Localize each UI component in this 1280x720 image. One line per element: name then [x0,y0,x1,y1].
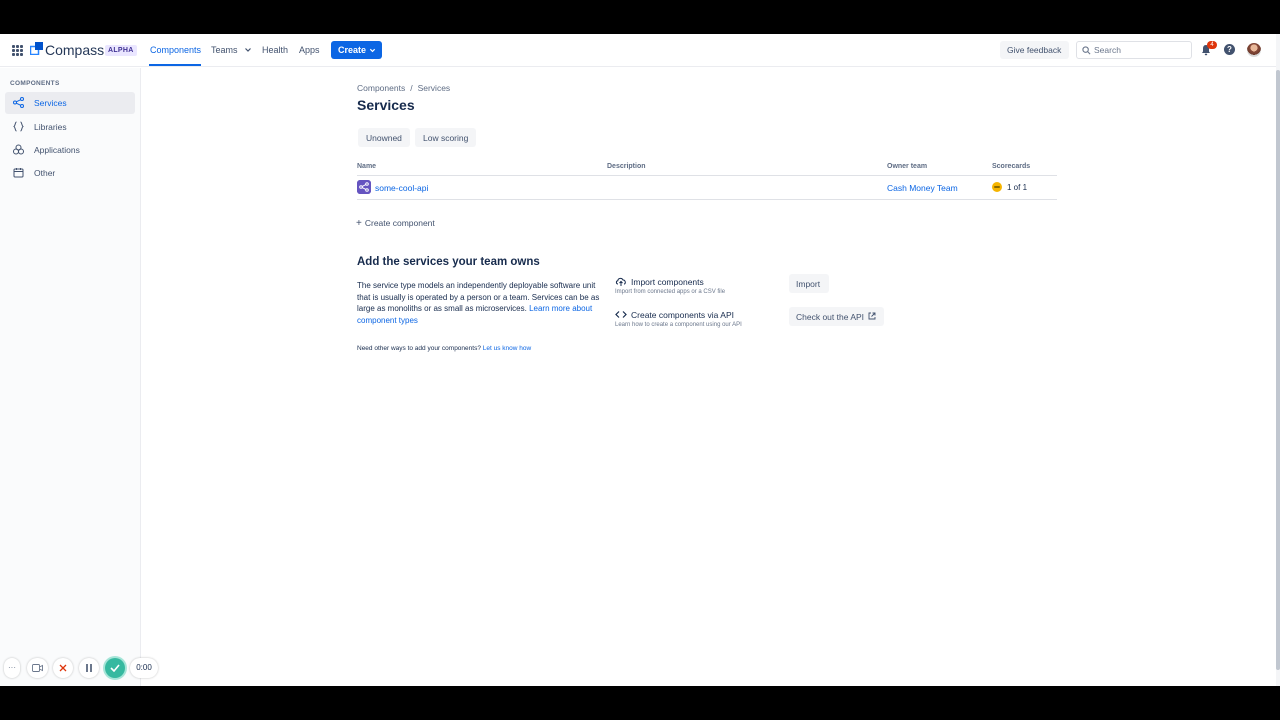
filter-low-scoring-button[interactable]: Low scoring [415,128,476,147]
search-input[interactable] [1094,45,1184,55]
check-out-api-label: Check out the API [796,312,865,322]
recorder-pause-button[interactable] [79,658,99,678]
other-icon [13,168,24,178]
scorecard-status-icon [992,182,1002,192]
chevron-down-icon[interactable] [244,46,252,54]
app-switcher-icon[interactable] [12,45,23,56]
empty-state-title: Add the services your team owns [357,256,540,268]
column-header-scorecards: Scorecards [992,163,1031,170]
sidebar-item-other[interactable]: Other [5,162,135,184]
user-avatar[interactable] [1247,43,1261,57]
other-ways-text: Need other ways to add your components? [357,345,481,352]
checkmark-icon [110,664,120,672]
sidebar-item-label: Other [34,168,56,178]
table-row-divider [357,199,1057,200]
search-icon [1082,46,1091,55]
sidebar-item-label: Applications [34,145,80,155]
scrollbar-thumb[interactable] [1276,70,1280,670]
product-name[interactable]: Compass [45,42,104,58]
sidebar-item-label: Services [34,98,67,108]
sidebar-heading: COMPONENTS [10,80,60,87]
breadcrumb: Components / Services [357,83,451,93]
table-header-divider [357,175,1057,176]
camera-off-icon [32,664,43,672]
recorder-timer: 0:00 [130,658,158,678]
create-component-button[interactable]: + Create component [356,218,435,229]
other-ways-note: Need other ways to add your components? … [357,345,531,352]
create-via-api-title: Create components via API [631,310,735,320]
close-icon [59,664,67,672]
import-components-subtitle: Import from connected apps or a CSV file [615,289,726,295]
nav-health[interactable]: Health [262,45,288,55]
libraries-icon [13,121,24,132]
search-box[interactable] [1076,41,1192,59]
help-icon[interactable]: ? [1224,44,1235,55]
sidebar-item-services[interactable]: Services [5,92,135,114]
top-navigation: Compass ALPHA Components Teams Health Ap… [0,34,1280,67]
nav-active-indicator [149,64,201,66]
services-icon [13,97,24,108]
recorder-finish-button[interactable] [105,658,125,678]
column-header-description: Description [607,163,646,170]
owner-team-link[interactable]: Cash Money Team [887,183,958,193]
nav-apps[interactable]: Apps [299,45,320,55]
page-title: Services [357,97,415,113]
cloud-upload-icon [615,277,626,286]
compass-logo-icon[interactable] [30,42,43,55]
create-button-label: Create [338,45,367,55]
applications-icon [13,144,24,155]
import-button[interactable]: Import [789,274,829,293]
page-scrollbar[interactable] [1276,34,1280,686]
external-link-icon [868,312,876,320]
app-window: Compass ALPHA Components Teams Health Ap… [0,34,1280,686]
recorder-more-button[interactable]: ··· [4,658,20,678]
chevron-down-icon [369,48,376,53]
create-component-label: Create component [364,218,435,228]
filter-unowned-button[interactable]: Unowned [358,128,410,147]
give-feedback-button[interactable]: Give feedback [1000,41,1069,59]
create-via-api-subtitle: Learn how to create a component using ou… [615,322,742,328]
let-us-know-link[interactable]: Let us know how [483,345,531,352]
scorecard-count[interactable]: 1 of 1 [1007,183,1027,192]
recorder-cancel-button[interactable] [53,658,73,678]
pause-icon [86,664,92,672]
component-name-link[interactable]: some-cool-api [375,183,428,193]
column-header-name[interactable]: Name [357,163,376,170]
breadcrumb-components[interactable]: Components [357,83,405,93]
import-components-title: Import components [631,277,704,287]
breadcrumb-services[interactable]: Services [418,83,451,93]
empty-state-description: The service type models an independently… [357,280,601,326]
sidebar-item-applications[interactable]: Applications [5,139,135,161]
alpha-badge: ALPHA [105,45,137,56]
plus-icon: + [356,218,362,229]
code-icon [615,311,627,318]
create-button[interactable]: Create [331,41,382,59]
check-out-api-button[interactable]: Check out the API [789,307,884,326]
nav-teams[interactable]: Teams [211,45,238,55]
service-type-icon [357,180,371,194]
notification-count-badge: 4 [1207,41,1217,49]
sidebar-item-label: Libraries [34,122,67,132]
nav-components[interactable]: Components [150,45,201,55]
sidebar-item-libraries[interactable]: Libraries [5,116,135,138]
sidebar: COMPONENTS Services Libraries Applicatio [0,68,141,686]
recorder-camera-button[interactable] [27,658,48,678]
column-header-owner-team: Owner team [887,163,928,170]
